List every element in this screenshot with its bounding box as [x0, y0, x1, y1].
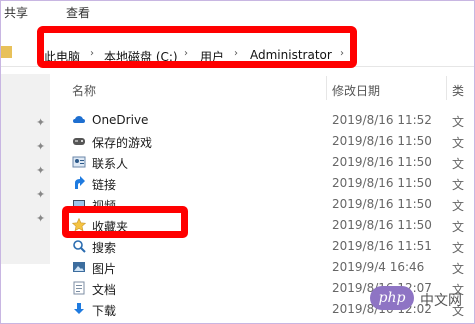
column-header-name[interactable]: 名称	[72, 82, 96, 99]
pictures-icon	[72, 260, 86, 274]
ribbon-bar: 共享 查看	[0, 0, 475, 26]
contacts-icon	[72, 155, 86, 169]
file-date: 2019/8/16 11:50	[332, 176, 432, 190]
pin-icon[interactable]: ✦	[36, 189, 46, 200]
file-name: 下载	[92, 304, 117, 318]
file-type: 文	[452, 115, 465, 129]
file-name: 搜索	[92, 241, 117, 255]
highlight-box-favorites	[62, 206, 188, 238]
column-header-type[interactable]: 类	[452, 82, 464, 99]
file-date: 2019/8/16 11:50	[332, 197, 432, 211]
tab-view[interactable]: 查看	[66, 4, 90, 21]
links-arrow-icon	[72, 176, 86, 190]
pin-icon[interactable]: ✦	[36, 141, 46, 152]
file-type: 文	[452, 136, 465, 150]
downloads-arrow-icon	[72, 302, 86, 316]
column-header-date[interactable]: 修改日期	[332, 82, 380, 99]
file-row-pictures[interactable]: 图片 2019/9/4 16:46 文	[68, 257, 475, 278]
file-date: 2019/8/16 11:50	[332, 134, 432, 148]
folder-icon	[0, 46, 12, 58]
file-row-contacts[interactable]: 联系人 2019/8/16 11:50 文	[68, 152, 475, 173]
file-type: 文	[452, 262, 465, 276]
file-name: OneDrive	[92, 113, 149, 127]
file-row-onedrive[interactable]: OneDrive 2019/8/16 11:52 文	[68, 110, 475, 131]
saved-games-icon	[72, 134, 86, 148]
file-name: 图片	[92, 262, 117, 276]
pin-icon[interactable]: ✦	[36, 213, 46, 224]
file-date: 2019/9/4 16:46	[332, 260, 425, 274]
file-row-links[interactable]: 链接 2019/8/16 11:50 文	[68, 173, 475, 194]
file-type: 文	[452, 157, 465, 171]
watermark-text: 中文网	[420, 292, 462, 308]
pin-icon[interactable]: ✦	[36, 165, 46, 176]
file-date: 2019/8/16 11:51	[332, 239, 432, 253]
file-date: 2019/8/16 11:52	[332, 113, 432, 127]
onedrive-cloud-icon	[72, 113, 86, 127]
file-date: 2019/8/16 11:50	[332, 218, 432, 232]
file-name: 联系人	[92, 157, 129, 171]
navigation-pane[interactable]: ✦ ✦ ✦ ✦ ✦	[0, 74, 50, 264]
column-divider[interactable]	[326, 76, 327, 100]
watermark: php 中文网	[370, 282, 466, 316]
file-type: 文	[452, 178, 465, 192]
column-divider[interactable]	[446, 76, 447, 100]
file-name: 链接	[92, 178, 117, 192]
file-type: 文	[452, 241, 465, 255]
documents-icon	[72, 281, 86, 295]
file-row-saved-games[interactable]: 保存的游戏 2019/8/16 11:50 文	[68, 131, 475, 152]
search-icon	[72, 239, 86, 253]
file-type: 文	[452, 199, 465, 213]
file-date: 2019/8/16 11:50	[332, 155, 432, 169]
file-name: 文档	[92, 283, 117, 297]
tab-share[interactable]: 共享	[4, 4, 28, 21]
file-type: 文	[452, 220, 465, 234]
highlight-box-address	[37, 26, 357, 68]
file-name: 保存的游戏	[92, 136, 153, 150]
file-row-searches[interactable]: 搜索 2019/8/16 11:51 文	[68, 236, 475, 257]
php-logo: php	[370, 286, 414, 310]
pin-icon[interactable]: ✦	[36, 117, 46, 128]
